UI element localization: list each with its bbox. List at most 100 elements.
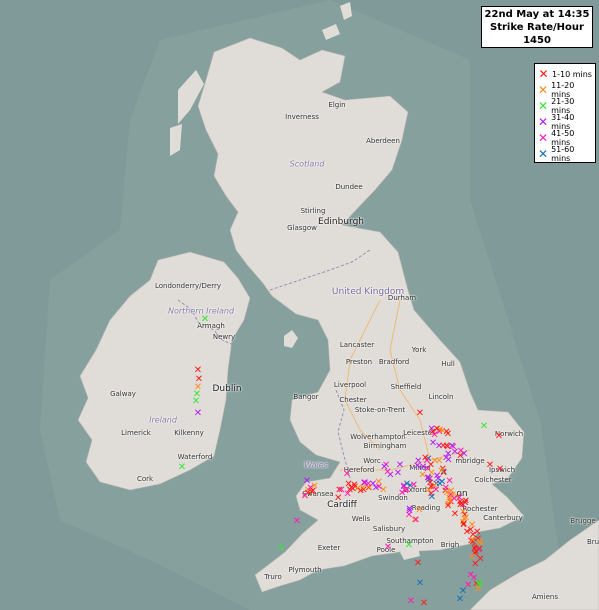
strike-marker: ✕ [360, 478, 370, 489]
strike-marker: ✕ [342, 469, 352, 480]
strike-marker: ✕ [334, 492, 343, 504]
legend-label: 51-60 mins [551, 145, 575, 163]
cross-icon: ✕ [538, 99, 549, 113]
place-dundee: Dundee [335, 183, 363, 191]
place-salisbury: Salisbury [372, 525, 406, 533]
place-truro: Truro [264, 573, 282, 581]
strike-marker: ✕ [345, 485, 355, 497]
strike-marker: ✕ [200, 314, 210, 325]
strike-marker: ✕ [459, 449, 469, 461]
strike-marker: ✕ [432, 424, 442, 435]
strike-marker: ✕ [413, 558, 423, 569]
place-aberdeen: Aberdeen [366, 137, 400, 145]
legend-item: ✕ 11-20 mins [537, 81, 593, 99]
strike-marker: ✕ [473, 584, 483, 595]
strike-marker: ✕ [177, 462, 187, 473]
place-colchester: Colchester [474, 476, 512, 484]
legend-item: ✕ 51-60 mins [537, 145, 593, 163]
legend-item: ✕ 1-10 mins [537, 66, 593, 82]
legend: ✕ 1-10 mins ✕ 11-20 mins ✕ 21-30 mins ✕ 31-4… [534, 63, 596, 163]
place-bruxelles: Bru [586, 538, 599, 546]
strike-marker: ✕ [405, 505, 414, 517]
strike-marker: ✕ [421, 452, 430, 464]
strike-marker: ✕ [406, 596, 416, 607]
place-liverpool: Liverpool [333, 381, 367, 389]
place-londonderry: Londonderry/Derry [154, 282, 222, 290]
place-canterbury: Canterbury [483, 514, 523, 522]
strike-marker: ✕ [445, 495, 454, 507]
place-edinburgh: Edinburgh [318, 217, 364, 227]
lightning-map[interactable]: Elgin Inverness Aberdeen Scotland Dundee… [0, 0, 599, 610]
place-elgin: Elgin [328, 101, 346, 109]
strike-marker: ✕ [419, 598, 429, 609]
place-durham: Durham [387, 294, 417, 302]
place-lancaster: Lancaster [339, 341, 375, 349]
place-stirling: Stirling [300, 207, 326, 215]
strike-marker: ✕ [302, 476, 312, 487]
strike-marker: ✕ [435, 456, 444, 468]
strike-marker: ✕ [485, 460, 495, 471]
place-inverness: Inverness [285, 113, 319, 121]
strike-marker: ✕ [494, 431, 504, 442]
place-hull: Hull [441, 360, 455, 368]
strike-marker: ✕ [415, 578, 425, 589]
strike-marker: ✕ [292, 516, 302, 527]
strike-marker: ✕ [383, 466, 392, 478]
strike-marker: ✕ [459, 519, 468, 531]
strike-marker: ✕ [308, 485, 318, 497]
strike-marker: ✕ [193, 408, 203, 419]
strike-marker: ✕ [457, 498, 466, 510]
strike-marker: ✕ [475, 543, 484, 555]
strike-marker: ✕ [411, 514, 421, 526]
place-york: York [411, 346, 427, 354]
info-rate-value: 1450 [523, 35, 551, 46]
place-waterford: Waterford [177, 453, 213, 461]
strike-marker: ✕ [300, 491, 309, 503]
cross-icon: ✕ [538, 115, 549, 129]
strike-marker: ✕ [395, 460, 405, 472]
strike-marker: ✕ [476, 554, 485, 566]
place-sheffield: Sheffield [390, 383, 422, 391]
legend-item: ✕ 21-30 mins [537, 97, 593, 115]
strike-marker: ✕ [402, 484, 411, 496]
strike-marker: ✕ [371, 483, 381, 494]
place-chester: Chester [339, 396, 367, 404]
legend-item: ✕ 31-40 mins [537, 113, 593, 131]
strike-marker: ✕ [404, 540, 414, 551]
place-plymouth: Plymouth [288, 566, 322, 574]
place-exeter: Exeter [317, 544, 341, 552]
place-worcester: Worc [363, 457, 381, 465]
place-wolverhampton: Wolverhampton [350, 433, 406, 441]
region-scotland: Scotland [289, 159, 325, 169]
place-birmingham: Birmingham [363, 442, 407, 450]
strike-marker: ✕ [383, 542, 393, 553]
info-box: 22nd May at 14:35 Strike Rate/Hour 1450 [481, 6, 593, 48]
cross-icon: ✕ [538, 131, 549, 145]
place-bangor: Bangor [293, 393, 319, 401]
strike-marker: ✕ [191, 396, 201, 407]
place-lincoln: Lincoln [428, 393, 454, 401]
place-kilkenny: Kilkenny [174, 429, 204, 437]
place-newry: Newry [212, 333, 236, 341]
strike-marker: ✕ [276, 543, 286, 554]
strike-marker: ✕ [415, 408, 425, 419]
place-dublin: Dublin [212, 384, 242, 394]
cross-icon: ✕ [538, 67, 549, 81]
place-bruges: Brugge [570, 517, 596, 525]
place-cork: Cork [136, 475, 154, 483]
strike-marker: ✕ [455, 594, 465, 605]
place-preston: Preston [345, 358, 373, 366]
place-galway: Galway [110, 390, 136, 398]
place-limerick: Limerick [121, 429, 151, 437]
strike-marker: ✕ [495, 464, 505, 475]
region-wales: Wales [304, 460, 328, 470]
cross-icon: ✕ [538, 147, 549, 161]
strike-marker: ✕ [479, 421, 489, 432]
place-stoke: Stoke-on-Trent [354, 406, 406, 414]
legend-label: 1-10 mins [552, 69, 592, 79]
legend-item: ✕ 41-50 mins [537, 129, 593, 147]
strike-marker: ✕ [466, 570, 475, 582]
place-brighton: Brigh [440, 541, 460, 549]
strike-marker: ✕ [426, 481, 436, 493]
place-wells: Wells [351, 515, 371, 523]
